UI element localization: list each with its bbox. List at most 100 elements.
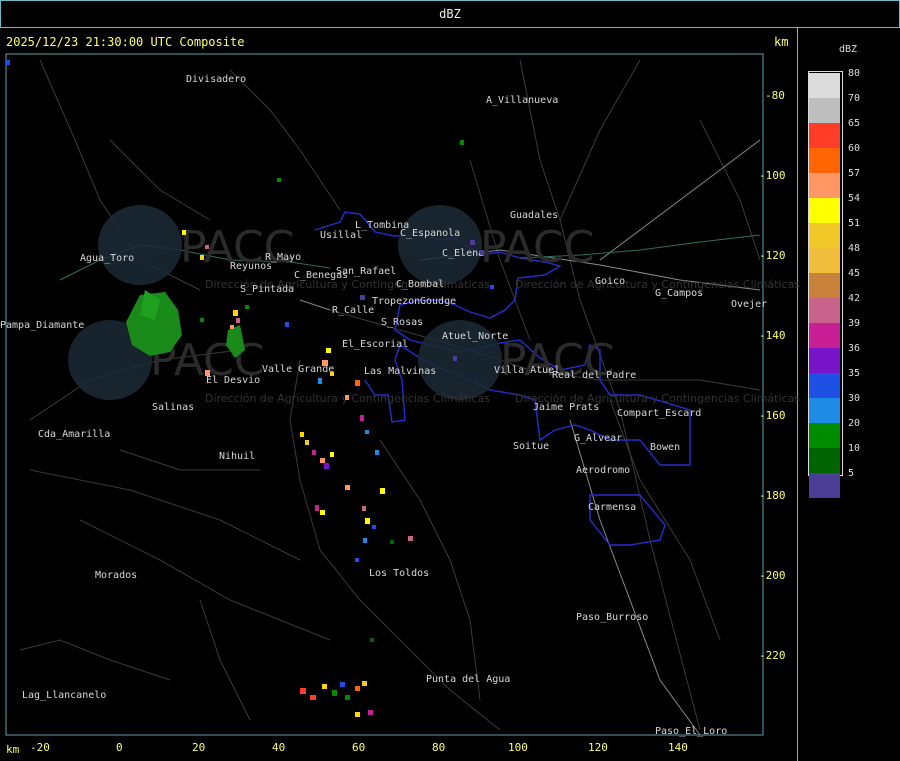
legend-swatch <box>809 423 840 448</box>
legend-swatch <box>809 173 840 198</box>
x-tick: 140 <box>668 741 688 754</box>
place-label: Goico <box>595 276 625 287</box>
legend-level-label: 60 <box>848 143 861 154</box>
y-tick: -100 <box>759 169 786 182</box>
legend-swatch <box>809 273 840 298</box>
legend-level-label: 80 <box>848 68 861 79</box>
legend-swatch <box>809 323 840 348</box>
x-tick: 80 <box>432 741 445 754</box>
place-label: Divisadero <box>186 74 246 85</box>
place-label: Nihuil <box>219 451 255 462</box>
place-label: A_Villanueva <box>486 95 558 106</box>
place-label: Guadales <box>510 210 558 221</box>
x-tick: 60 <box>352 741 365 754</box>
legend-level-label: 54 <box>848 193 861 204</box>
x-tick: 0 <box>116 741 123 754</box>
legend-level-label: 30 <box>848 393 861 404</box>
legend-swatch <box>809 348 840 373</box>
place-label: Real del Padre <box>552 370 636 381</box>
place-label: Bowen <box>650 442 680 453</box>
place-label: Aerodromo <box>576 465 630 476</box>
place-label: G_Campos <box>655 288 703 299</box>
x-tick: -20 <box>30 741 50 754</box>
x-tick: 20 <box>192 741 205 754</box>
legend-level-label: 51 <box>848 218 861 229</box>
place-label: Los Toldos <box>369 568 429 579</box>
place-label: Paso_Burroso <box>576 612 648 623</box>
y-tick: -200 <box>759 569 786 582</box>
radar-map: PACC PACC PACC PACC Dirección de Agricul… <box>0 53 800 754</box>
place-label: Goudge <box>420 296 456 307</box>
legend-level-label: 10 <box>848 443 861 454</box>
legend-swatch <box>809 223 840 248</box>
place-label: Ovejer <box>731 299 767 310</box>
place-label: Las Malvinas <box>364 366 436 377</box>
legend-level-label: 36 <box>848 343 861 354</box>
legend-swatch <box>809 398 840 423</box>
timestamp: 2025/12/23 21:30:00 UTC Composite <box>6 35 245 49</box>
place-label: Carmensa <box>588 502 636 513</box>
place-label: S_Pintada <box>240 284 294 295</box>
legend-level-label: 45 <box>848 268 861 279</box>
place-label: Lag_Llancanelo <box>22 690 106 701</box>
place-label: Salinas <box>152 402 194 413</box>
legend-swatch <box>809 373 840 398</box>
x-tick: 100 <box>508 741 528 754</box>
x-tick: 120 <box>588 741 608 754</box>
legend-swatch <box>809 473 840 498</box>
x-axis-ticks: -20 0 20 40 60 80 100 120 140 <box>30 741 688 754</box>
y-tick: -120 <box>759 249 786 262</box>
y-tick: -160 <box>759 409 786 422</box>
legend-swatch <box>809 448 840 473</box>
legend-level-label: 20 <box>848 418 861 429</box>
radar-echoes <box>6 60 494 717</box>
place-label: C_Elena <box>442 248 484 259</box>
watermark-2: PACC <box>480 222 595 273</box>
legend-swatch <box>809 148 840 173</box>
y-tick: -220 <box>759 649 786 662</box>
place-label: El_Escorial <box>342 339 408 350</box>
place-label: Tropezon <box>372 296 420 307</box>
place-label: Cda_Amarilla <box>38 429 110 440</box>
x-tick: 40 <box>272 741 285 754</box>
place-labels: Divisadero A_Villanueva Usillal L_Tombin… <box>0 74 767 737</box>
place-label: El Desvio <box>206 375 260 386</box>
place-label: C_Bombal <box>396 279 444 290</box>
place-label: Paso_El_Loro <box>655 726 727 737</box>
place-label: Usillal <box>320 230 362 241</box>
legend-level-label: 70 <box>848 93 861 104</box>
legend-level-label: 35 <box>848 368 861 379</box>
legend-level-label: 42 <box>848 293 861 304</box>
legend-swatch <box>809 98 840 123</box>
legend-level-label: 57 <box>848 168 861 179</box>
legend-swatch <box>809 298 840 323</box>
place-label: Villa Atuel <box>494 365 560 376</box>
place-label: San_Rafael <box>336 266 396 277</box>
place-label: G_Alvear <box>574 433 622 444</box>
echo-pixels <box>6 60 494 717</box>
legend-level-label: 39 <box>848 318 861 329</box>
legend-unit: dBZ <box>839 44 858 55</box>
km-label-bottom: km <box>6 743 20 756</box>
place-label: R_Calle <box>332 305 374 316</box>
y-tick: -140 <box>759 329 786 342</box>
place-label: C_Espanola <box>400 228 460 239</box>
legend-swatch <box>809 248 840 273</box>
y-tick: -80 <box>765 89 785 102</box>
legend-level-label: 65 <box>848 118 861 129</box>
y-tick: -180 <box>759 489 786 502</box>
km-label-top: km <box>774 35 789 49</box>
place-label: Agua_Toro <box>80 253 134 264</box>
place-label: Jaime Prats <box>533 402 599 413</box>
place-label: Punta del Agua <box>426 674 510 685</box>
place-label: Morados <box>95 570 137 581</box>
place-label: S_Rosas <box>381 317 423 328</box>
place-label: Compart_Escard <box>617 408 701 419</box>
legend-level-label: 5 <box>848 468 855 479</box>
legend-swatch <box>809 73 840 98</box>
place-label: Soitue <box>513 441 549 452</box>
legend-swatch <box>809 123 840 148</box>
place-label: Pampa_Diamante <box>0 320 84 331</box>
legend-swatch <box>809 198 840 223</box>
place-label: Atuel_Norte <box>442 331 508 342</box>
